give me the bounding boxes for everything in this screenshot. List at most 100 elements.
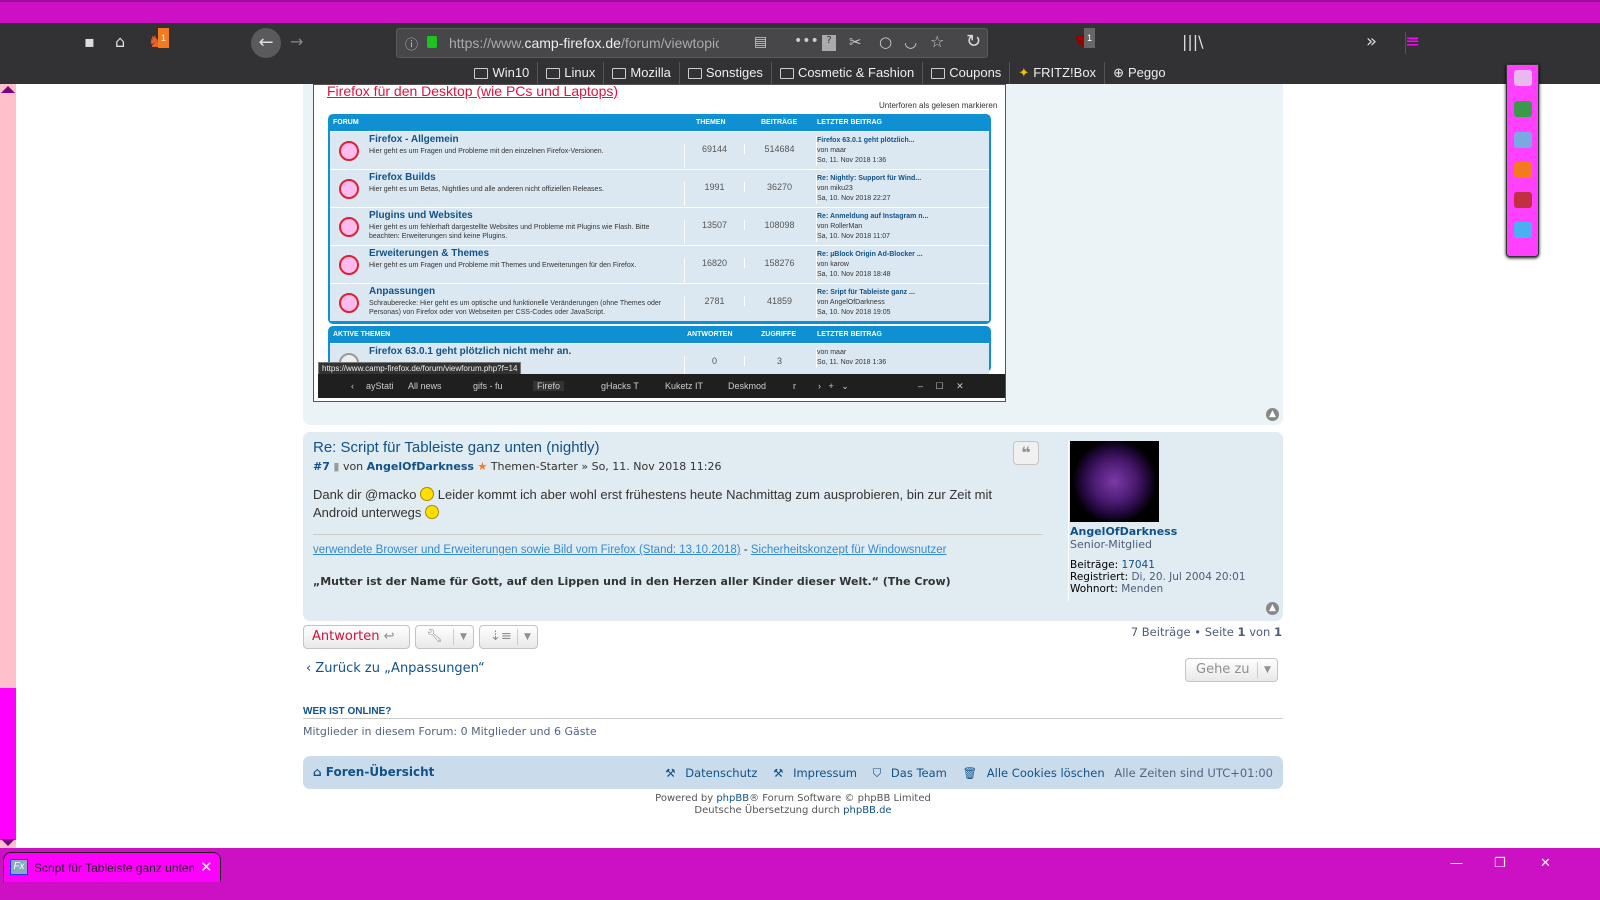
forum-posts: 158276	[744, 258, 814, 268]
restore-button[interactable]: ❐	[1494, 856, 1506, 871]
reader-view-icon[interactable]: ▤	[754, 34, 767, 50]
post-author[interactable]: AngelOfDarkness	[367, 460, 474, 473]
bookmark-win10[interactable]: Win10	[466, 62, 539, 84]
label: Wohnort:	[1070, 583, 1118, 595]
scroll-up-arrow[interactable]	[1, 86, 15, 93]
back-to-forum-link[interactable]: ‹ Zurück zu „Anpassungen“	[306, 661, 485, 676]
reload-icon[interactable]: ↻	[966, 32, 981, 52]
close-tab-icon[interactable]: ✕	[200, 858, 213, 876]
back-to-top-icon[interactable]: ▲	[1266, 602, 1279, 615]
tab-bar: Fx Script für Tableiste ganz unten (nigh…	[0, 848, 1600, 900]
pocket-icon[interactable]: ◡	[904, 33, 917, 51]
imprint-link[interactable]: ⚒ Impressum	[767, 766, 857, 780]
bookmark-cosmetic[interactable]: Cosmetic & Fashion	[772, 62, 924, 84]
phpbb-de-link[interactable]: phpBB.de	[843, 805, 891, 816]
page-actions-icon[interactable]: •••	[794, 33, 819, 49]
footer-navbar: ⌂ Foren-Übersicht ⚒ Datenschutz ⚒ Impres…	[303, 756, 1283, 789]
embedded-screenshot: Firefox für den Desktop (wie PCs und Lap…	[313, 84, 1006, 402]
bookmark-peggo[interactable]: ⊕ Peggo	[1105, 62, 1174, 84]
scrollbar-thumb[interactable]	[0, 688, 16, 840]
calendar-icon[interactable]	[1514, 192, 1532, 208]
delete-cookies-link[interactable]: 🗑︎ Alle Cookies löschen	[957, 766, 1105, 780]
privacy-link[interactable]: ⚒ Datenschutz	[659, 766, 757, 780]
help-icon[interactable]: ?	[822, 35, 836, 51]
team-link[interactable]: ⛉ Das Team	[867, 766, 947, 780]
reply-label: Antworten	[312, 629, 380, 644]
signature-link-browsers[interactable]: verwendete Browser und Erweiterungen sow…	[313, 544, 741, 556]
bookmark-sonstiges[interactable]: Sonstiges	[680, 62, 772, 84]
addon-settings-icon[interactable]	[1514, 101, 1532, 117]
url-bar[interactable]: ⓘ https://www.camp-firefox.de/forum/view…	[396, 28, 988, 58]
forum-topics: 2781	[684, 296, 744, 320]
bookmark-calendar-icon[interactable]	[1514, 132, 1532, 148]
star-icon: ★	[477, 460, 488, 473]
sort-dropdown[interactable]: ⇣≡ ▼	[479, 625, 538, 649]
tools-dropdown[interactable]: 🔧︎ ▼	[415, 625, 474, 649]
jump-to-dropdown[interactable]: Gehe zu ▼	[1185, 658, 1278, 682]
ublock-icon[interactable]: ⛊ 1	[1076, 28, 1096, 52]
back-button[interactable]: ←	[251, 28, 281, 58]
profile-details: Beiträge: 17041 Registriert: Di, 20. Jul…	[1070, 559, 1246, 595]
forum-row: Erweiterungen & Themes Hier geht es um Fr…	[330, 245, 989, 283]
post-file-icon[interactable]: ▮	[333, 460, 339, 473]
print-icon[interactable]	[1514, 70, 1532, 86]
bookmark-label: Mozilla	[630, 65, 671, 80]
forum-name: Plugins und Websites	[369, 210, 473, 221]
last-post-date: So, 11. Nov 2018 1:36	[817, 157, 887, 164]
vertical-scrollbar[interactable]	[0, 84, 16, 848]
signature-link-security[interactable]: Sicherheitskonzept für Windowsnutzer	[751, 544, 947, 556]
overflow-icon[interactable]: »	[1366, 32, 1377, 52]
current-page: 1	[1237, 625, 1246, 639]
bookmark-fritzbox[interactable]: ✦ FRITZ!Box	[1010, 62, 1106, 84]
bookmark-mozilla[interactable]: Mozilla	[604, 62, 680, 84]
forum-topics: 1991	[684, 182, 744, 206]
bookmark-star-icon[interactable]: ☆	[930, 32, 944, 51]
addon-fox-icon[interactable]: ♞ 1	[148, 28, 170, 52]
screenshot-icon[interactable]: ✂	[849, 33, 862, 51]
phpbb-link[interactable]: phpBB	[716, 793, 749, 804]
quote-button[interactable]: ❝	[1013, 441, 1039, 465]
last-post-by: von miku23	[817, 185, 853, 192]
forum-category-title: Firefox für den Desktop (wie PCs und Lap…	[327, 84, 619, 99]
embedded-tab: Deskmod	[728, 381, 767, 391]
avatar[interactable]	[1070, 441, 1159, 522]
lightbulb-icon[interactable]: ○	[879, 33, 892, 51]
post-title[interactable]: Re: Script für Tableiste ganz unten (nig…	[313, 439, 600, 456]
folder-icon	[474, 67, 489, 79]
reply-button[interactable]: Antworten ↩	[303, 625, 410, 649]
post-number[interactable]: #7	[313, 460, 330, 473]
ublock-badge: 1	[1084, 28, 1096, 48]
forum-row: Firefox - Allgemein Hier geht es um Frage…	[330, 131, 989, 169]
bookmark-coupons[interactable]: Coupons	[923, 62, 1011, 84]
embedded-tab: gHacks T	[601, 381, 639, 391]
profile-posts[interactable]: 17041	[1121, 559, 1154, 571]
bookmark-linux[interactable]: Linux	[538, 62, 605, 84]
home-label: Foren-Übersicht	[325, 765, 435, 779]
active-tab[interactable]: Fx Script für Tableiste ganz unten (nigh…	[3, 852, 221, 882]
forum-index-link[interactable]: ⌂ Foren-Übersicht	[313, 765, 434, 779]
total-pages: 1	[1273, 625, 1282, 639]
minimize-button[interactable]: —	[1450, 856, 1463, 871]
library-icon[interactable]: |||\	[1182, 32, 1204, 52]
menu-icon[interactable]: ≡	[1405, 32, 1420, 52]
link-label: Das Team	[890, 766, 947, 780]
bookmark-label: Peggo	[1127, 65, 1166, 80]
forward-button[interactable]: →	[290, 32, 303, 52]
scroll-down-arrow[interactable]	[1, 839, 15, 846]
profile-registered: Di, 20. Jul 2004 20:01	[1131, 571, 1246, 583]
new-note-icon[interactable]: ▪	[84, 32, 95, 52]
addon-badge: 1	[158, 28, 170, 48]
home-icon[interactable]: ⌂	[115, 32, 125, 52]
url-prefix: https://www.	[449, 35, 525, 51]
refresh-icon[interactable]	[1514, 222, 1532, 238]
sync-orange-icon[interactable]	[1514, 162, 1532, 178]
forum-row: Plugins und Websites Hier geht es um fehl…	[330, 207, 989, 245]
close-window-button[interactable]: ✕	[1540, 856, 1551, 871]
profile-username[interactable]: AngelOfDarkness	[1070, 525, 1177, 538]
by-label: von	[342, 460, 364, 473]
back-to-top-icon[interactable]: ▲	[1266, 408, 1279, 421]
info-icon[interactable]: ⓘ	[405, 34, 418, 53]
of-label: von	[1249, 625, 1271, 639]
credit-text: Deutsche Übersetzung durch	[694, 805, 840, 816]
tab-favicon: Fx	[10, 859, 28, 875]
